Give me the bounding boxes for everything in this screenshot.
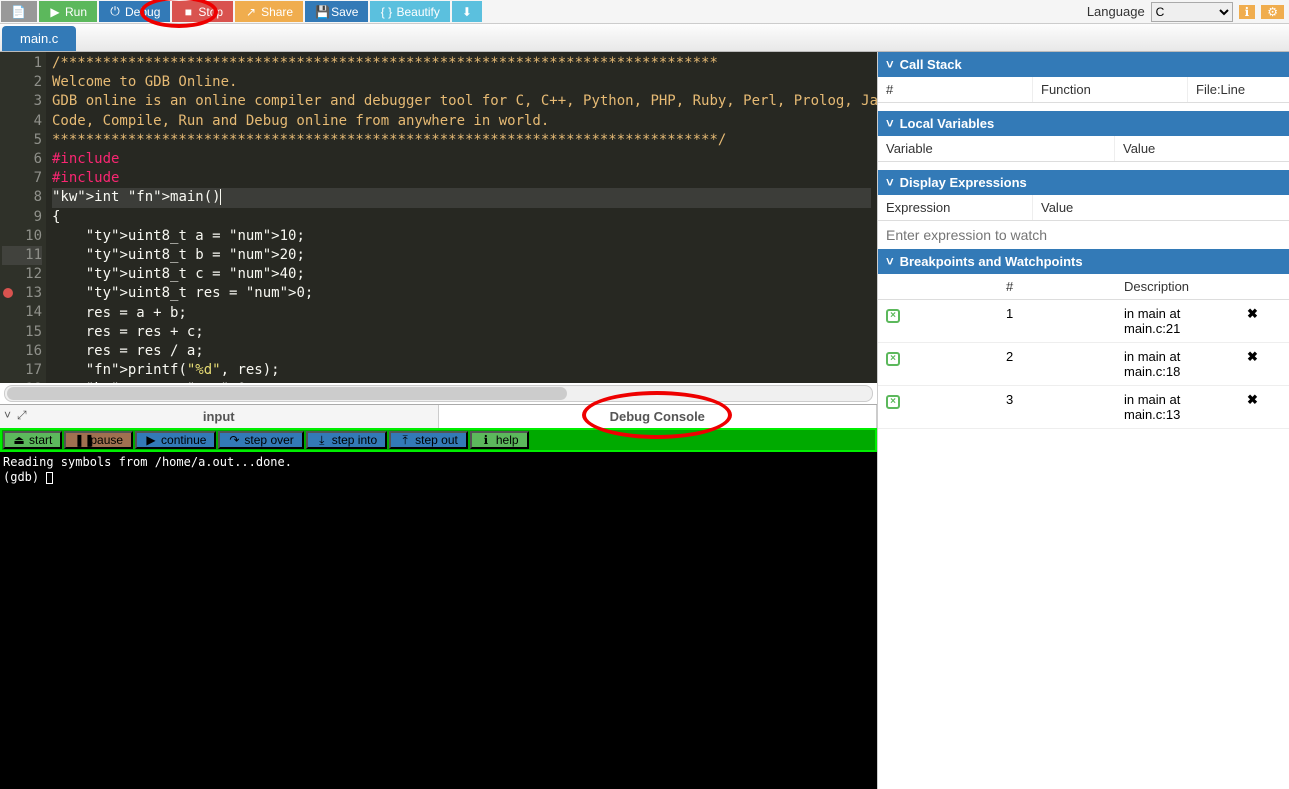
pause-button[interactable]: ❚❚pause — [64, 431, 133, 449]
bp-description: in main at main.c:21 — [1116, 300, 1239, 343]
local-variables-header[interactable]: ˅Local Variables — [878, 111, 1289, 136]
play-icon: ▶ — [145, 433, 157, 447]
file-tabs: main.c — [0, 24, 1289, 52]
chevron-down-icon: ˅ — [886, 57, 894, 72]
power-icon: ⏻ — [109, 4, 121, 19]
delete-breakpoint-button[interactable]: ✖ — [1239, 386, 1289, 429]
gutter: 1234567891011121314151617181920212223242… — [0, 52, 46, 383]
run-button[interactable]: ▶ Run — [39, 1, 97, 22]
step-into-button[interactable]: ⤓step into — [306, 431, 387, 449]
gear-icon: ⚙ — [1267, 5, 1278, 19]
bp-number: 1 — [998, 300, 1116, 343]
tab-debug-console[interactable]: Debug Console — [439, 405, 878, 428]
upload-icon: ⏏ — [13, 433, 25, 447]
new-file-button[interactable]: 📄 — [1, 1, 37, 22]
debug-console-label: Debug Console — [610, 409, 705, 424]
info-icon: ℹ — [1245, 5, 1250, 19]
start-button[interactable]: ⏏start — [3, 431, 62, 449]
download-icon: ⬇ — [462, 5, 472, 19]
col-variable: Variable — [878, 136, 1115, 161]
code-editor[interactable]: 1234567891011121314151617181920212223242… — [0, 52, 877, 383]
delete-breakpoint-button[interactable]: ✖ — [1239, 300, 1289, 343]
col-fileline: File:Line — [1188, 77, 1289, 102]
col-number: # — [998, 274, 1116, 300]
bottom-tabs: ˅ ⤢ input Debug Console — [0, 404, 877, 428]
scrollbar-thumb[interactable] — [7, 387, 567, 400]
table-row: × 1in main at main.c:21✖ — [878, 300, 1289, 343]
settings-button[interactable]: ⚙ — [1261, 5, 1284, 19]
language-select[interactable]: C — [1151, 2, 1233, 22]
col-function: Function — [1033, 77, 1188, 102]
continue-button[interactable]: ▶continue — [135, 431, 216, 449]
console-line: Reading symbols from /home/a.out...done. — [3, 455, 292, 469]
braces-icon: { } — [380, 5, 392, 19]
breakpoint-marker-icon[interactable]: × — [886, 352, 900, 366]
language-label: Language — [1087, 4, 1145, 19]
share-label: Share — [261, 5, 293, 19]
display-expr-header[interactable]: ˅Display Expressions — [878, 170, 1289, 195]
debug-button[interactable]: ⏻ Debug — [99, 1, 170, 22]
pause-icon: ❚❚ — [74, 433, 86, 447]
step-over-icon: ↷ — [228, 433, 240, 447]
console-prompt: (gdb) — [3, 470, 46, 484]
chevron-down-icon: ˅ — [886, 254, 894, 269]
table-row: × 3in main at main.c:13✖ — [878, 386, 1289, 429]
breakpoint-marker-icon[interactable]: × — [886, 309, 900, 323]
delete-breakpoint-button[interactable]: ✖ — [1239, 343, 1289, 386]
breakpoints-table: # Description × 1in main at main.c:21✖ × 2i… — [878, 274, 1289, 429]
share-button[interactable]: ↗ Share — [235, 1, 303, 22]
col-value: Value — [1115, 136, 1289, 161]
bp-number: 2 — [998, 343, 1116, 386]
file-icon: 📄 — [11, 5, 23, 19]
save-icon: 💾 — [315, 5, 327, 19]
step-out-icon: ⤒ — [399, 433, 411, 448]
download-button[interactable]: ⬇ — [452, 1, 482, 22]
debug-console[interactable]: Reading symbols from /home/a.out...done.… — [0, 452, 877, 789]
call-stack-header[interactable]: ˅Call Stack — [878, 52, 1289, 77]
bp-description: in main at main.c:13 — [1116, 386, 1239, 429]
bp-description: in main at main.c:18 — [1116, 343, 1239, 386]
tab-input[interactable]: input — [0, 405, 439, 428]
bp-number: 3 — [998, 386, 1116, 429]
step-over-button[interactable]: ↷step over — [218, 431, 303, 449]
main-toolbar: 📄 ▶ Run ⏻ Debug ■ Stop ↗ Share 💾 Save { } Beau… — [0, 0, 1289, 24]
chevron-down-icon: ˅ — [886, 175, 894, 190]
info-icon: ℹ — [480, 433, 492, 447]
breakpoints-header[interactable]: ˅Breakpoints and Watchpoints — [878, 249, 1289, 274]
tab-main-c[interactable]: main.c — [2, 26, 76, 51]
share-icon: ↗ — [245, 5, 257, 19]
breakpoint-marker-icon[interactable]: × — [886, 395, 900, 409]
run-label: Run — [65, 5, 87, 19]
expression-input[interactable] — [878, 221, 1289, 249]
expand-icon[interactable]: ⤢ — [17, 408, 27, 423]
play-icon: ▶ — [49, 5, 61, 19]
code-area[interactable]: /***************************************… — [46, 52, 877, 383]
cursor — [46, 472, 53, 484]
col-expression: Expression — [878, 195, 1033, 220]
stop-label: Stop — [198, 5, 223, 19]
stop-icon: ■ — [182, 5, 194, 19]
col-value: Value — [1033, 195, 1289, 220]
step-out-button[interactable]: ⤒step out — [389, 431, 468, 449]
debug-panels: ˅Call Stack # Function File:Line ˅Local … — [877, 52, 1289, 789]
col-number: # — [878, 77, 1033, 102]
save-label: Save — [331, 5, 358, 19]
step-into-icon: ⤓ — [316, 433, 328, 448]
chevron-down-icon[interactable]: ˅ — [4, 408, 11, 423]
horizontal-scrollbar[interactable] — [4, 385, 873, 402]
save-button[interactable]: 💾 Save — [305, 1, 368, 22]
debug-toolbar: ⏏start ❚❚pause ▶continue ↷step over ⤓ste… — [0, 428, 877, 452]
stop-button[interactable]: ■ Stop — [172, 1, 233, 22]
beautify-button[interactable]: { } Beautify — [370, 1, 449, 22]
help-button[interactable]: ℹhelp — [470, 431, 529, 449]
debug-label: Debug — [125, 5, 160, 19]
info-button[interactable]: ℹ — [1239, 5, 1256, 19]
table-row: × 2in main at main.c:18✖ — [878, 343, 1289, 386]
chevron-down-icon: ˅ — [886, 116, 894, 131]
beautify-label: Beautify — [396, 5, 439, 19]
col-description: Description — [1116, 274, 1239, 300]
